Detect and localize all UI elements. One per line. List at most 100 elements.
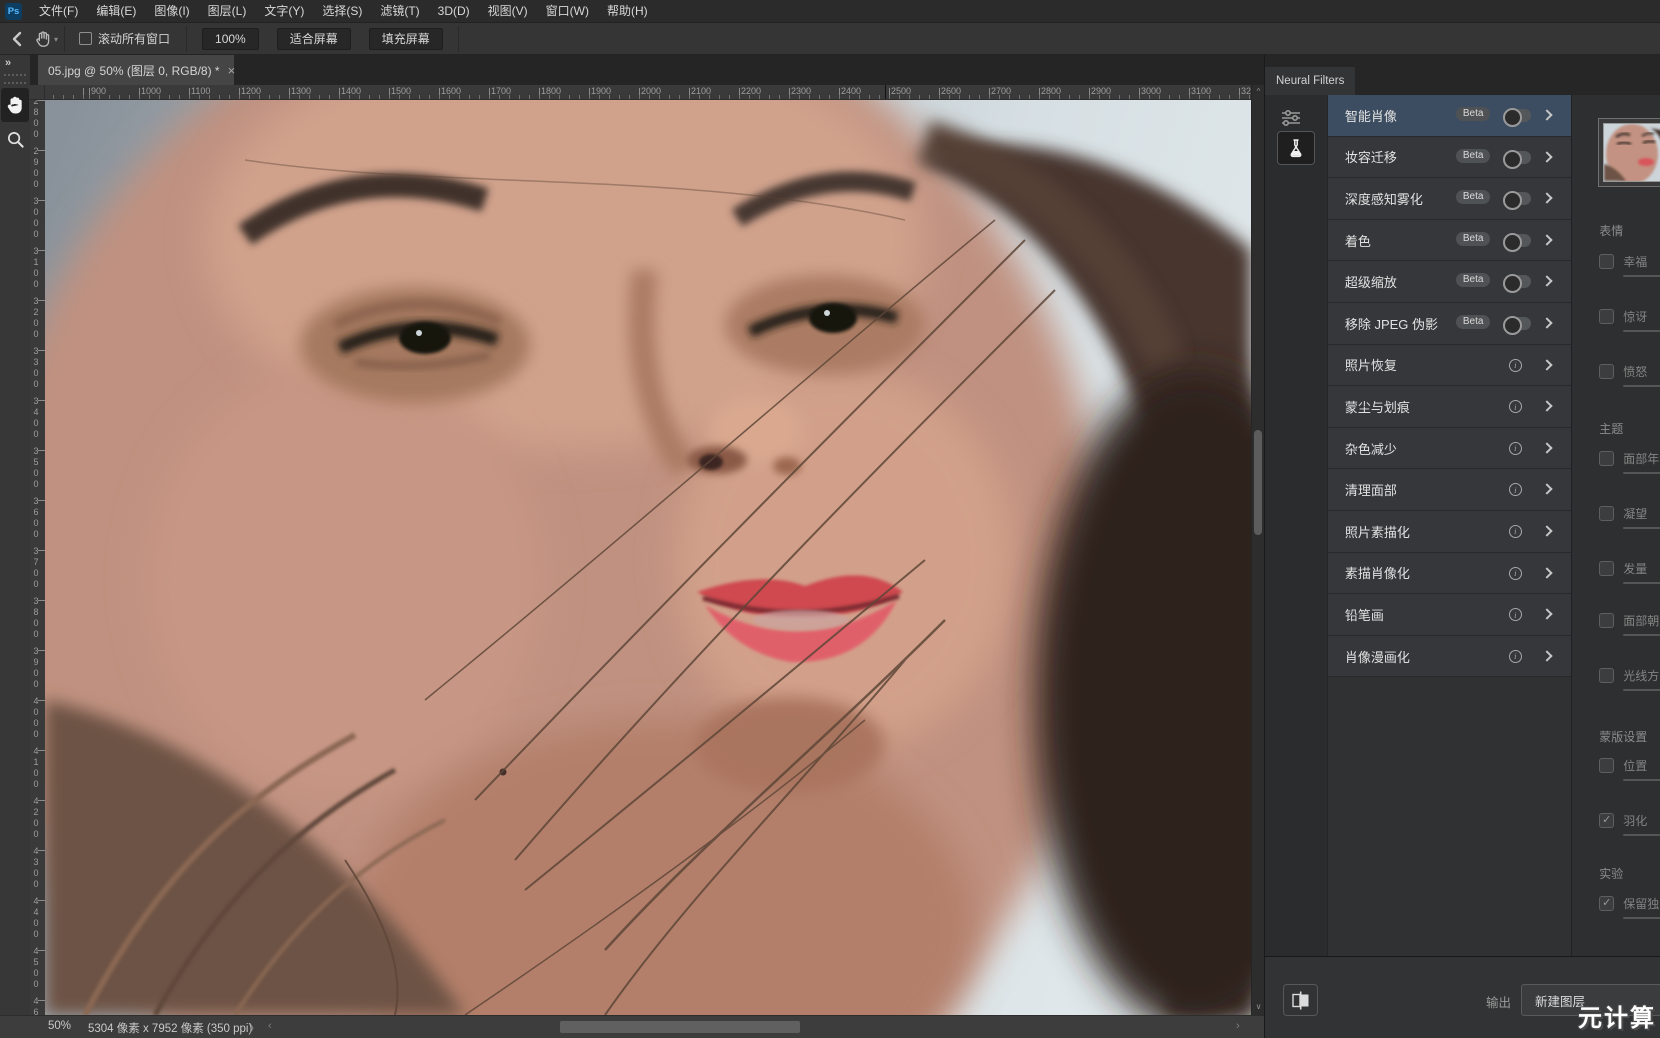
menu-item[interactable]: 文件(F) [30, 0, 87, 23]
zoom-tool-button[interactable] [1, 122, 29, 156]
info-icon[interactable]: i [1509, 483, 1522, 496]
filter-toggle[interactable] [1504, 151, 1531, 164]
chevron-right-icon[interactable] [1541, 276, 1552, 287]
detail-checkbox[interactable] [1599, 561, 1614, 576]
filter-toggle[interactable] [1504, 234, 1531, 247]
scroll-right-icon[interactable]: › [1236, 1020, 1240, 1032]
chevron-right-icon[interactable] [1541, 359, 1552, 370]
scroll-all-windows-checkbox[interactable] [79, 32, 92, 45]
scroll-left-icon[interactable]: ‹ [268, 1020, 272, 1032]
filter-row[interactable]: 超级缩放Beta [1328, 261, 1571, 303]
info-icon[interactable]: i [1509, 525, 1522, 538]
chevron-right-icon[interactable] [1541, 567, 1552, 578]
detail-checkbox[interactable] [1599, 364, 1614, 379]
menu-item[interactable]: 选择(S) [313, 0, 371, 23]
detail-checkbox[interactable] [1599, 668, 1614, 683]
back-button[interactable] [0, 23, 34, 55]
chevron-right-icon[interactable] [1541, 608, 1552, 619]
chevron-right-icon[interactable] [1541, 317, 1552, 328]
menu-item[interactable]: 滤镜(T) [371, 0, 428, 23]
filter-row[interactable]: 智能肖像Beta [1328, 95, 1571, 137]
split-preview-button[interactable] [1283, 984, 1318, 1016]
hand-tool-option-icon[interactable]: ▾ [34, 30, 58, 48]
filter-row[interactable]: 着色Beta [1328, 220, 1571, 262]
menu-item[interactable]: 窗口(W) [537, 0, 598, 23]
menu-item[interactable]: 3D(D) [429, 0, 479, 23]
menu-item[interactable]: 视图(V) [479, 0, 537, 23]
slider-track[interactable] [1623, 385, 1660, 387]
info-icon[interactable]: i [1509, 359, 1522, 372]
close-icon[interactable]: × [228, 63, 236, 78]
info-icon[interactable]: i [1509, 608, 1522, 621]
chevron-right-icon[interactable] [1541, 484, 1552, 495]
filter-row[interactable]: 照片素描化i [1328, 511, 1571, 553]
chevron-right-icon[interactable] [1541, 109, 1552, 120]
chevron-right-icon[interactable] [1541, 400, 1552, 411]
expand-panel-icon[interactable]: » [0, 55, 30, 69]
slider-track[interactable] [1623, 917, 1660, 919]
detail-checkbox[interactable] [1599, 254, 1614, 269]
all-filters-sliders-icon[interactable] [1280, 109, 1302, 127]
slider-track[interactable] [1623, 527, 1660, 529]
menu-item[interactable]: 图像(I) [145, 0, 198, 23]
horizontal-scrollbar-thumb[interactable] [560, 1021, 800, 1033]
slider-track[interactable] [1623, 582, 1660, 584]
beta-filters-flask-icon[interactable] [1277, 131, 1315, 165]
slider-track[interactable] [1623, 834, 1660, 836]
photoshop-logo-icon: Ps [5, 3, 22, 20]
filter-row[interactable]: 清理面部i [1328, 469, 1571, 511]
slider-track[interactable] [1623, 634, 1660, 636]
slider-track[interactable] [1623, 330, 1660, 332]
filter-toggle[interactable] [1504, 275, 1531, 288]
grip-handle[interactable] [4, 74, 26, 84]
chevron-right-icon[interactable] [1541, 442, 1552, 453]
filter-row[interactable]: 深度感知雾化Beta [1328, 178, 1571, 220]
detail-checkbox[interactable]: ✓ [1599, 813, 1614, 828]
detail-checkbox[interactable] [1599, 309, 1614, 324]
status-menu-chevron-icon[interactable]: 〉 [249, 1020, 260, 1036]
detail-checkbox[interactable] [1599, 758, 1614, 773]
detail-checkbox[interactable] [1599, 613, 1614, 628]
filter-row[interactable]: 素描肖像化i [1328, 553, 1571, 595]
vertical-scrollbar[interactable]: ^ ∨ [1251, 85, 1264, 1015]
slider-track[interactable] [1623, 275, 1660, 277]
zoom-level-field[interactable]: 50% [48, 1020, 71, 1032]
info-icon[interactable]: i [1509, 567, 1522, 580]
chevron-right-icon[interactable] [1541, 650, 1552, 661]
fit-screen-button[interactable]: 适合屏幕 [277, 28, 351, 50]
chevron-right-icon[interactable] [1541, 234, 1552, 245]
filter-row[interactable]: 铅笔画i [1328, 594, 1571, 636]
filter-row[interactable]: 移除 JPEG 伪影Beta [1328, 303, 1571, 345]
menu-item[interactable]: 文字(Y) [255, 0, 313, 23]
info-icon[interactable]: i [1509, 400, 1522, 413]
filter-row[interactable]: 杂色减少i [1328, 428, 1571, 470]
filter-toggle[interactable] [1504, 192, 1531, 205]
filter-row[interactable]: 蒙尘与划痕i [1328, 386, 1571, 428]
detail-checkbox[interactable]: ✓ [1599, 896, 1614, 911]
detail-checkbox[interactable] [1599, 451, 1614, 466]
menu-item[interactable]: 帮助(H) [598, 0, 657, 23]
slider-track[interactable] [1623, 472, 1660, 474]
info-icon[interactable]: i [1509, 442, 1522, 455]
filter-row[interactable]: 肖像漫画化i [1328, 636, 1571, 678]
info-icon[interactable]: i [1509, 650, 1522, 663]
fill-screen-button[interactable]: 填充屏幕 [369, 28, 443, 50]
chevron-right-icon[interactable] [1541, 151, 1552, 162]
menu-item[interactable]: 图层(L) [199, 0, 256, 23]
filter-toggle[interactable] [1504, 109, 1531, 122]
filter-toggle[interactable] [1504, 317, 1531, 330]
neural-filters-tab[interactable]: Neural Filters [1265, 67, 1355, 95]
zoom-100-button[interactable]: 100% [202, 28, 259, 50]
filter-row[interactable]: 妆容迁移Beta [1328, 137, 1571, 179]
chevron-right-icon[interactable] [1541, 525, 1552, 536]
slider-track[interactable] [1623, 689, 1660, 691]
filter-row[interactable]: 照片恢复i [1328, 345, 1571, 387]
document-tab[interactable]: 05.jpg @ 50% (图层 0, RGB/8) * × [38, 55, 234, 85]
chevron-right-icon[interactable] [1541, 193, 1552, 204]
vertical-scrollbar-thumb[interactable] [1254, 430, 1262, 535]
menu-item[interactable]: 编辑(E) [87, 0, 145, 23]
hand-tool-button[interactable] [1, 88, 29, 122]
slider-track[interactable] [1623, 779, 1660, 781]
detail-checkbox[interactable] [1599, 506, 1614, 521]
canvas[interactable] [45, 100, 1251, 1015]
